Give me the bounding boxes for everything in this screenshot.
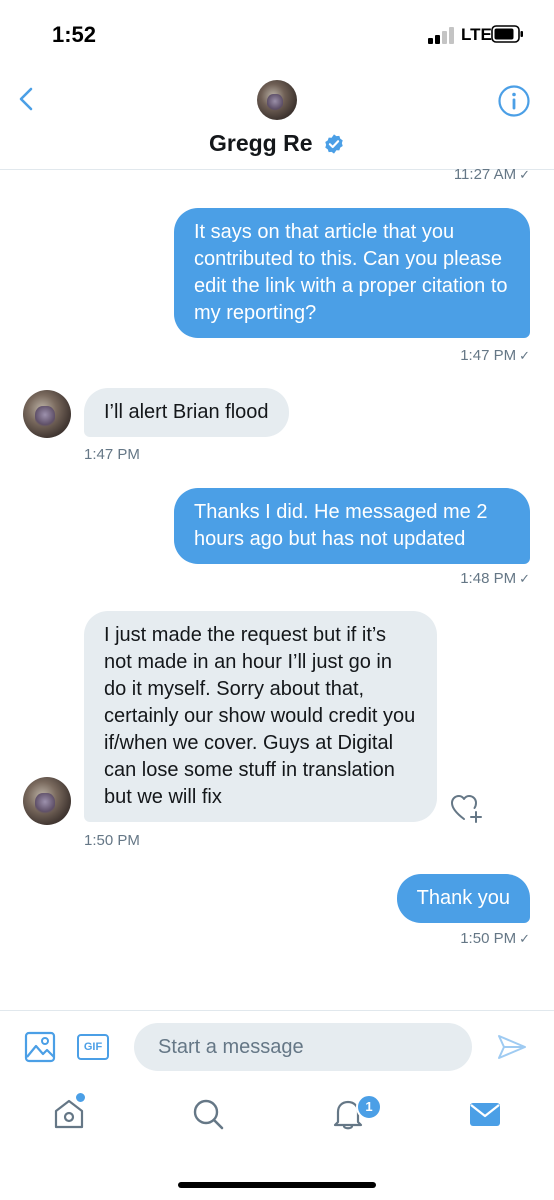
contact-name: Gregg Re [209, 130, 313, 156]
outgoing-message-bubble[interactable]: Thank you [396, 874, 530, 923]
conversation-header: Gregg Re [0, 70, 554, 170]
verified-badge-icon [325, 133, 343, 154]
notifications-badge: 1 [356, 1094, 382, 1120]
incoming-message-bubble[interactable]: I’ll alert Brian flood [84, 388, 289, 437]
send-icon[interactable] [497, 1033, 527, 1061]
incoming-message-bubble[interactable]: I just made the request but if it’s not … [84, 611, 437, 822]
message-text: Thanks I did. He messaged me 2 hours ago… [194, 501, 488, 550]
message-text: I just made the request but if it’s not … [104, 624, 416, 808]
message-timestamp: 1:50 PM [84, 832, 140, 849]
outgoing-message-bubble[interactable]: Thanks I did. He messaged me 2 hours ago… [174, 488, 530, 564]
status-time: 1:52 [52, 22, 97, 47]
info-icon[interactable] [497, 84, 531, 118]
bottom-tab-bar: 1 [0, 1082, 554, 1200]
message-timestamp: 1:47 PM ✓ [460, 347, 530, 364]
message-composer: GIF Start a message [0, 1010, 554, 1081]
gif-button[interactable]: GIF [77, 1034, 109, 1060]
message-timestamp: 1:50 PM ✓ [460, 930, 530, 947]
signal-strength-icon [428, 26, 456, 44]
messages-envelope-icon[interactable] [467, 1096, 503, 1132]
image-icon[interactable] [24, 1031, 56, 1063]
like-heart-icon[interactable] [450, 792, 484, 824]
message-timestamp: 11:27 AM ✓ [453, 166, 530, 183]
message-input[interactable]: Start a message [134, 1023, 472, 1071]
search-icon[interactable] [190, 1096, 226, 1132]
message-timestamp: 1:48 PM ✓ [460, 570, 530, 587]
sender-avatar[interactable] [23, 777, 71, 825]
home-indicator [178, 1182, 376, 1188]
status-bar: 1:52 LTE [0, 0, 554, 70]
sender-avatar[interactable] [23, 390, 71, 438]
contact-avatar[interactable] [257, 80, 297, 120]
home-notification-dot [75, 1092, 86, 1103]
message-text: It says on that article that you contrib… [194, 221, 508, 324]
outgoing-message-bubble[interactable]: It says on that article that you contrib… [174, 208, 530, 338]
message-timestamp: 1:47 PM [84, 446, 140, 463]
battery-icon [491, 25, 523, 43]
message-thread[interactable]: 11:27 AM ✓ It says on that article that y… [0, 166, 554, 1010]
back-chevron-icon[interactable] [14, 86, 40, 112]
network-type: LTE [461, 25, 492, 44]
message-text: Thank you [416, 887, 510, 909]
message-text: I’ll alert Brian flood [104, 401, 269, 423]
contact-name-row[interactable]: Gregg Re [0, 130, 554, 157]
